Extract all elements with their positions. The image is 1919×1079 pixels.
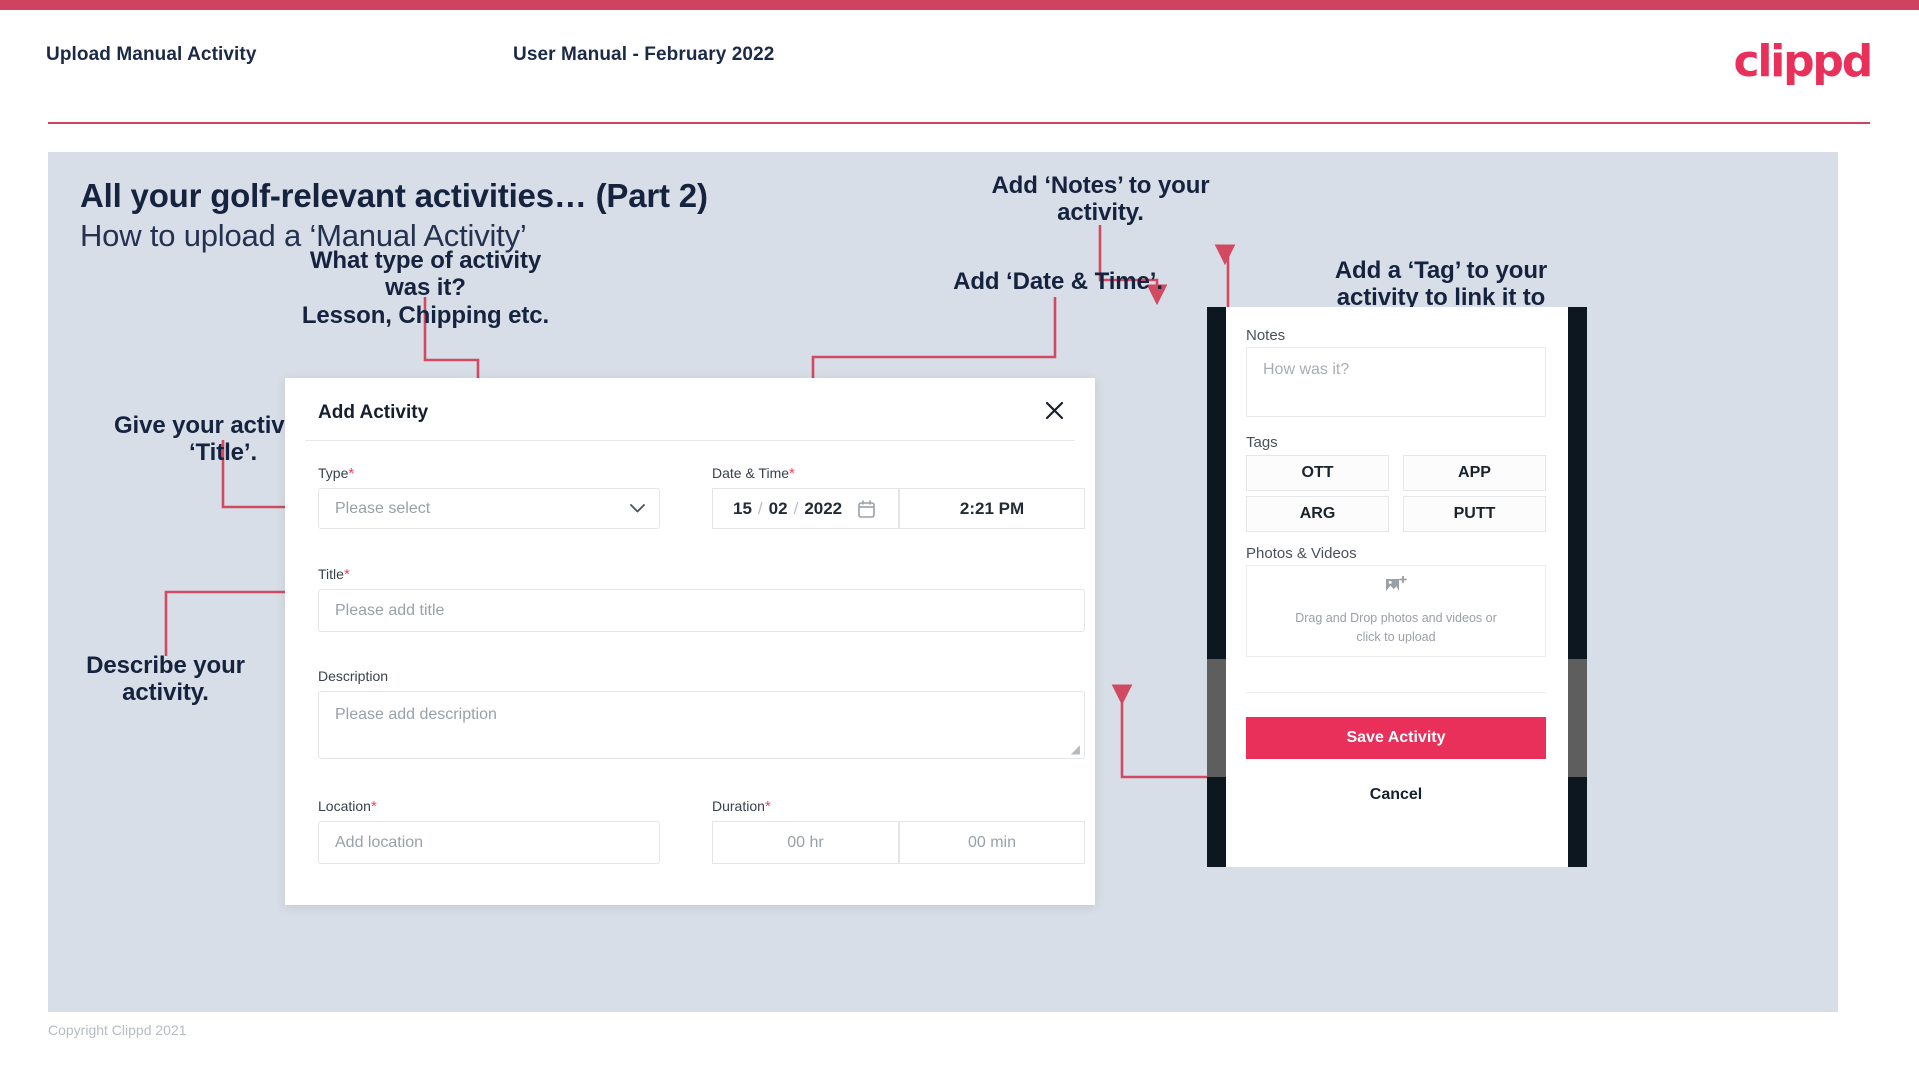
notes-placeholder: How was it? bbox=[1263, 361, 1350, 378]
tag-ott[interactable]: OTT bbox=[1246, 455, 1389, 491]
dialog-divider bbox=[305, 440, 1075, 441]
datetime-label: Date & Time* bbox=[712, 465, 795, 482]
duration-minutes-input[interactable]: 00 min bbox=[899, 821, 1085, 864]
phone-right-frame bbox=[1568, 307, 1587, 867]
footer-copyright: Copyright Clippd 2021 bbox=[48, 1022, 187, 1038]
phone-right-button bbox=[1568, 659, 1587, 777]
add-activity-dialog: Add Activity Type* Please select Date & … bbox=[285, 378, 1095, 905]
date-day: 15 bbox=[733, 498, 752, 518]
photo-upload-dropzone[interactable]: Drag and Drop photos and videos or click… bbox=[1246, 565, 1546, 657]
type-label: Type* bbox=[318, 465, 355, 482]
add-image-icon bbox=[1385, 575, 1407, 601]
description-input[interactable]: Please add description ◢ bbox=[318, 691, 1085, 759]
location-placeholder: Add location bbox=[335, 833, 424, 851]
date-sep-1: / bbox=[757, 498, 763, 518]
clippd-logo: clippd bbox=[1733, 36, 1873, 87]
date-month: 02 bbox=[768, 498, 788, 518]
phone-divider bbox=[1246, 692, 1546, 693]
phone-mockup: Notes How was it? Tags OTT APP ARG PUTT … bbox=[1207, 307, 1587, 867]
notes-label: Notes bbox=[1246, 327, 1286, 344]
description-placeholder: Please add description bbox=[335, 706, 497, 723]
notes-input[interactable]: How was it? bbox=[1246, 347, 1546, 417]
tags-label: Tags bbox=[1246, 434, 1278, 451]
slide-body: All your golf-relevant activities… (Part… bbox=[48, 152, 1838, 1012]
date-sep-2: / bbox=[793, 498, 799, 518]
title-label: Title* bbox=[318, 566, 350, 583]
time-value: 2:21 PM bbox=[959, 498, 1025, 518]
title-placeholder: Please add title bbox=[335, 601, 445, 619]
cancel-button[interactable]: Cancel bbox=[1246, 775, 1546, 815]
photos-label: Photos & Videos bbox=[1246, 545, 1357, 562]
annotation-datetime: Add ‘Date & Time’. bbox=[953, 268, 1163, 295]
tag-arg[interactable]: ARG bbox=[1246, 496, 1389, 532]
dropzone-text: Drag and Drop photos and videos or click… bbox=[1295, 611, 1497, 644]
header-divider bbox=[48, 122, 1870, 124]
type-select[interactable]: Please select bbox=[318, 488, 660, 529]
time-input[interactable]: 2:21 PM bbox=[899, 488, 1085, 529]
location-label: Location* bbox=[318, 798, 377, 815]
header-subtitle: User Manual - February 2022 bbox=[513, 44, 775, 65]
annotation-notes: Add ‘Notes’ to your activity. bbox=[991, 172, 1210, 227]
phone-screen: Notes How was it? Tags OTT APP ARG PUTT … bbox=[1226, 307, 1568, 867]
duration-hours-placeholder: 00 hr bbox=[787, 833, 824, 851]
description-label: Description bbox=[318, 668, 389, 684]
tag-app[interactable]: APP bbox=[1403, 455, 1546, 491]
top-accent-bar bbox=[0, 0, 1919, 10]
tag-putt[interactable]: PUTT bbox=[1403, 496, 1546, 532]
date-year: 2022 bbox=[804, 498, 843, 518]
resize-handle-icon[interactable]: ◢ bbox=[1071, 742, 1080, 756]
date-input[interactable]: 15 / 02 / 2022 bbox=[712, 488, 899, 529]
close-icon[interactable] bbox=[1035, 391, 1073, 429]
phone-left-button bbox=[1207, 659, 1226, 777]
duration-minutes-placeholder: 00 min bbox=[967, 833, 1017, 851]
save-activity-button[interactable]: Save Activity bbox=[1246, 717, 1546, 759]
dialog-title: Add Activity bbox=[318, 402, 429, 423]
type-placeholder: Please select bbox=[335, 499, 431, 517]
page-title: Upload Manual Activity bbox=[46, 44, 257, 65]
chevron-down-icon bbox=[630, 500, 645, 518]
duration-hours-input[interactable]: 00 hr bbox=[712, 821, 899, 864]
location-input[interactable]: Add location bbox=[318, 821, 660, 864]
slide-heading: All your golf-relevant activities… (Part… bbox=[80, 177, 708, 214]
calendar-icon[interactable] bbox=[858, 499, 875, 518]
title-input[interactable]: Please add title bbox=[318, 589, 1085, 632]
annotation-description: Describe your activity. bbox=[86, 652, 245, 707]
duration-label: Duration* bbox=[712, 798, 771, 815]
phone-left-frame bbox=[1207, 307, 1226, 867]
annotation-type: What type of activity was it? Lesson, Ch… bbox=[301, 247, 550, 329]
